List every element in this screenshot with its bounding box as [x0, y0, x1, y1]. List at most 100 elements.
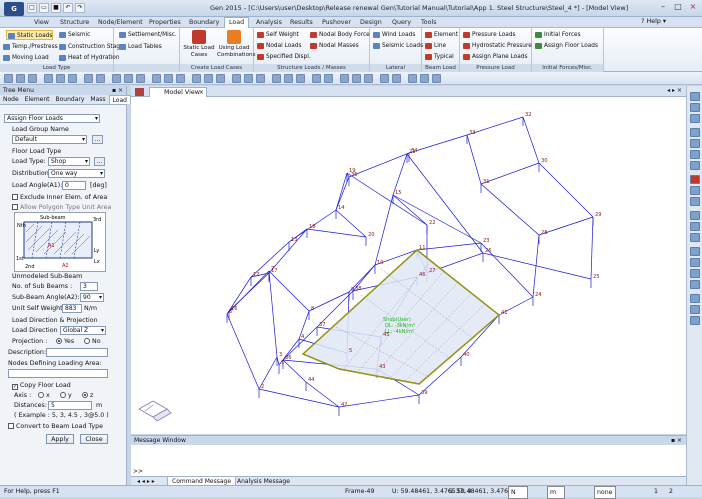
app-icon[interactable]: G	[4, 2, 24, 16]
toolbar-icon-10[interactable]	[124, 74, 133, 83]
close-panel-button[interactable]: Close	[80, 434, 108, 444]
open-icon[interactable]: ▭	[39, 3, 49, 13]
pin-icon[interactable]: ▪ ×	[112, 86, 123, 95]
load-tables-button[interactable]: Load Tables	[118, 42, 162, 52]
beam-element[interactable]	[392, 153, 408, 196]
right-tool-8[interactable]	[690, 175, 700, 184]
front-view-icon[interactable]	[690, 269, 700, 278]
toolbar-icon-24[interactable]	[312, 74, 321, 83]
toolbar-icon-3[interactable]	[28, 74, 37, 83]
menu-properties[interactable]: Properties	[145, 18, 185, 28]
toolbar-icon-14[interactable]	[176, 74, 185, 83]
specified-displ-button[interactable]: Specified Displ.	[256, 52, 311, 62]
beam-element[interactable]	[538, 162, 594, 218]
toolbar-icon-27[interactable]	[352, 74, 361, 83]
seismic-button[interactable]: Seismic	[58, 30, 90, 40]
toolbar-icon-31[interactable]	[408, 74, 417, 83]
tab-element[interactable]: Element	[22, 95, 53, 104]
right-view-icon[interactable]	[690, 280, 700, 289]
iso-view-icon[interactable]	[690, 247, 700, 256]
toolbar-icon-26[interactable]	[340, 74, 349, 83]
zoom-in-icon[interactable]	[690, 150, 700, 159]
beam-element[interactable]	[392, 194, 428, 226]
unit-force-select[interactable]: N	[508, 486, 528, 499]
menu-view[interactable]: View	[30, 18, 53, 28]
wind-loads-button[interactable]: Wind Loads	[372, 30, 415, 40]
status-none-select[interactable]: none	[594, 486, 616, 499]
beam-element[interactable]	[268, 270, 310, 312]
beam-element[interactable]	[308, 291, 350, 312]
toolbar-icon-17[interactable]	[216, 74, 225, 83]
toolbar-icon-22[interactable]	[284, 74, 293, 83]
menu-load[interactable]: Load	[224, 17, 250, 28]
view-menu-icon[interactable]	[135, 88, 144, 96]
axis-y-radio[interactable]: y	[56, 392, 72, 399]
toolbar-icon-12[interactable]	[152, 74, 161, 83]
nodes-defining-input[interactable]	[8, 369, 108, 378]
convert-beam-checkbox[interactable]: Convert to Beam Load Type	[8, 423, 103, 430]
num-sub-beams-input[interactable]: 3	[80, 282, 98, 291]
beam-element[interactable]	[348, 152, 410, 178]
beam-element[interactable]	[480, 162, 540, 185]
menu-node-element[interactable]: Node/Element	[94, 18, 147, 28]
element-load-button[interactable]: Element	[424, 30, 458, 40]
beam-element[interactable]	[590, 216, 594, 280]
right-tool-2[interactable]	[690, 103, 700, 112]
description-input[interactable]	[46, 348, 108, 357]
pressure-loads-button[interactable]: Pressure Loads	[462, 30, 516, 40]
toolbar-icon-18[interactable]	[232, 74, 241, 83]
new-icon[interactable]: □	[27, 3, 37, 13]
beam-element[interactable]	[466, 134, 482, 185]
toolbar-icon-30[interactable]	[392, 74, 401, 83]
redo-icon[interactable]: ↷	[75, 3, 85, 13]
right-tool-20[interactable]	[690, 316, 700, 325]
toolbar-icon-9[interactable]	[112, 74, 121, 83]
apply-button[interactable]: Apply	[46, 434, 74, 444]
tab-model-view[interactable]: Model View ×	[149, 87, 207, 97]
right-tool-12[interactable]	[690, 222, 700, 231]
zoom-fit-icon[interactable]	[690, 139, 700, 148]
save-icon[interactable]: ■	[51, 3, 61, 13]
load-group-more-button[interactable]: ...	[92, 135, 103, 144]
beam-element[interactable]	[306, 228, 367, 238]
toolbar-icon-23[interactable]	[296, 74, 305, 83]
top-view-icon[interactable]	[690, 258, 700, 267]
distances-input[interactable]: 5	[48, 401, 92, 410]
load-type-select[interactable]: Shop	[48, 157, 90, 166]
right-tool-1[interactable]	[690, 92, 700, 101]
zoom-window-icon[interactable]	[690, 128, 700, 137]
moving-load-button[interactable]: Moving Load	[2, 53, 49, 63]
unit-length-select[interactable]: m	[547, 486, 565, 499]
rotate-icon[interactable]	[690, 197, 700, 206]
help-menu[interactable]: ? Help ▾	[641, 18, 666, 25]
menu-query[interactable]: Query	[388, 18, 415, 28]
tab-node[interactable]: Node	[0, 95, 22, 104]
beam-element[interactable]	[338, 394, 420, 408]
using-load-combinations-button[interactable]: Using Load Combinations	[217, 30, 255, 62]
beam-element[interactable]	[416, 242, 482, 251]
toolbar-icon-15[interactable]	[192, 74, 201, 83]
toolbar-icon-8[interactable]	[96, 74, 105, 83]
static-loads-button[interactable]: Static Loads	[6, 30, 54, 40]
projection-yes-radio[interactable]: Yes	[52, 338, 74, 345]
right-tool-11[interactable]	[690, 211, 700, 220]
beam-element[interactable]	[226, 313, 260, 390]
toolbar-icon-6[interactable]	[68, 74, 77, 83]
toolbar-icon-2[interactable]	[16, 74, 25, 83]
beam-element[interactable]	[374, 194, 394, 266]
load-direction-select[interactable]: Global Z	[60, 326, 106, 335]
toolbar-icon-21[interactable]	[272, 74, 281, 83]
pan-icon[interactable]	[690, 186, 700, 195]
nodal-loads-button[interactable]: Nodal Loads	[256, 41, 302, 51]
toolbar-icon-29[interactable]	[380, 74, 389, 83]
line-load-button[interactable]: Line	[424, 41, 446, 51]
beam-element[interactable]	[392, 194, 482, 244]
typical-load-button[interactable]: Typical	[424, 52, 454, 62]
hydrostatic-pressure-button[interactable]: Hydrostatic Pressure	[462, 41, 532, 51]
unit-self-weight-input[interactable]: 883	[62, 304, 82, 313]
assign-floor-loads-button[interactable]: Assign Floor Loads	[534, 41, 598, 51]
right-tool-13[interactable]	[690, 233, 700, 242]
close-tab-icon[interactable]: ×	[199, 88, 204, 97]
toolbar-icon-1[interactable]	[4, 74, 13, 83]
close-button[interactable]: ×	[686, 2, 700, 13]
